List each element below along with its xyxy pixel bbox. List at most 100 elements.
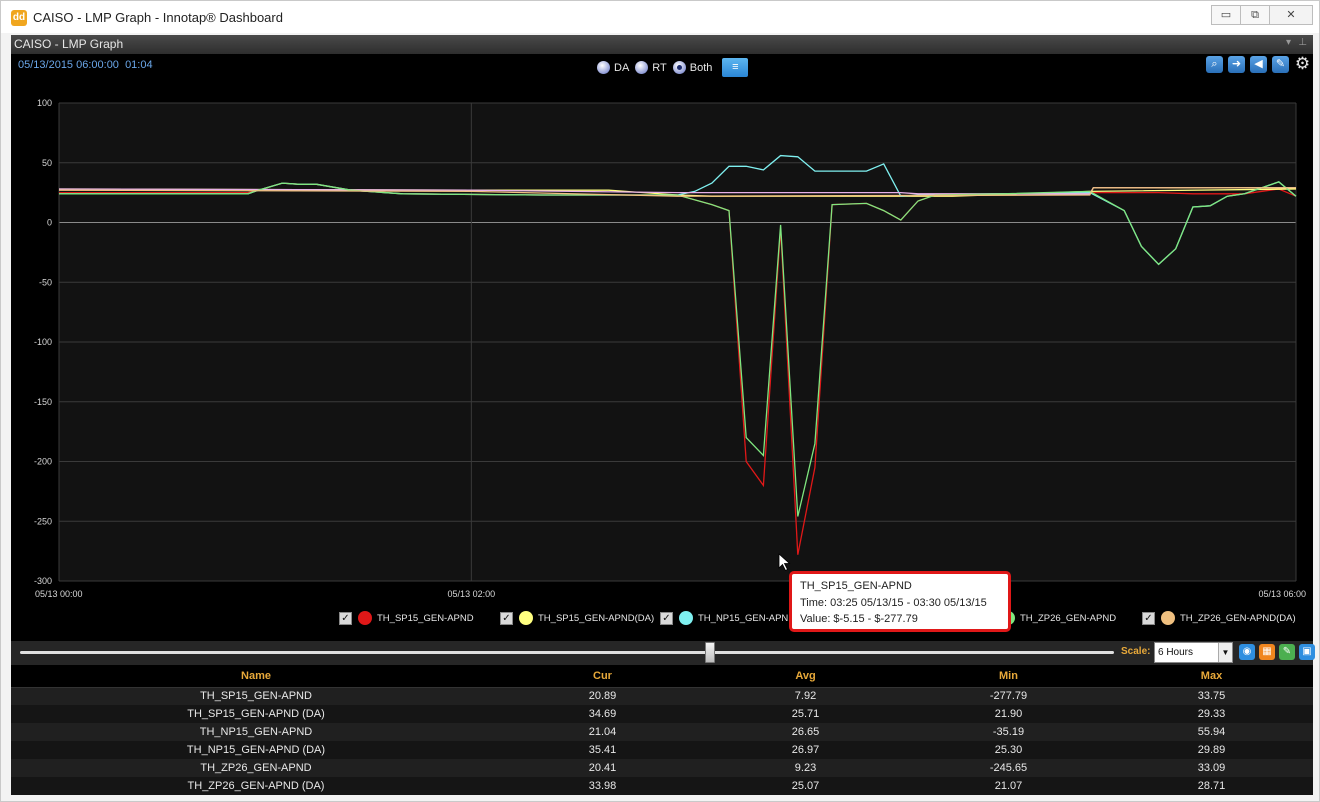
cell-min: -277.79 <box>907 687 1110 705</box>
panel-header: CAISO - LMP Graph ▾ ⊥ <box>11 35 1313 54</box>
grid-icon[interactable]: ▦ <box>1259 644 1275 660</box>
cell-cur: 20.89 <box>501 687 704 705</box>
cell-max: 33.09 <box>1110 759 1313 777</box>
radio-da[interactable] <box>597 61 610 74</box>
panel-title: CAISO - LMP Graph <box>14 37 124 51</box>
cell-cur: 20.41 <box>501 759 704 777</box>
elapsed-value: 01:04 <box>125 59 153 71</box>
edit-icon[interactable]: ✎ <box>1272 56 1289 73</box>
x-tick-label: 05/13 02:00 <box>448 589 496 599</box>
tooltip-value: Value: $-5.15 - $-277.79 <box>800 613 918 625</box>
col-header-cur[interactable]: Cur <box>501 665 704 688</box>
market-radio-group: DA RT Both ≡ <box>597 58 749 77</box>
cell-cur: 34.69 <box>501 705 704 723</box>
cell-avg: 26.97 <box>704 741 907 759</box>
y-tick-label: 50 <box>42 158 52 168</box>
lmp-graph-panel: 100 50 0 -50 -100 -150 -200 -250 -300 05/13 00:00… <box>11 54 1313 641</box>
legend-item[interactable]: ✓ TH_NP15_GEN-APND <box>660 611 795 625</box>
legend-item[interactable]: ✓ TH_SP15_GEN-APND(DA) <box>500 611 654 625</box>
table-row[interactable]: TH_NP15_GEN-APND 21.04 26.65 -35.19 55.9… <box>11 723 1313 741</box>
slider-thumb[interactable] <box>705 642 715 663</box>
table-header: Name Cur Avg Min Max <box>11 665 1313 688</box>
legend-checkbox[interactable]: ✓ <box>339 611 352 625</box>
maximize-button[interactable]: ⧉ <box>1240 5 1270 25</box>
close-button[interactable]: ✕ <box>1269 5 1313 25</box>
radio-both-label: Both <box>689 61 713 74</box>
table-row[interactable]: TH_SP15_GEN-APND (DA) 34.69 25.71 21.90 … <box>11 705 1313 723</box>
speaker-icon[interactable]: ◀ <box>1250 56 1267 73</box>
cell-min: -245.65 <box>907 759 1110 777</box>
x-tick-label: 05/13 00:00 <box>35 589 83 599</box>
tooltip-time: Time: 03:25 05/13/15 - 03:30 05/13/15 <box>800 596 987 609</box>
zoom-icon[interactable]: ⌕ <box>1206 56 1223 73</box>
current-datetime: 05/13/2015 06:00:00 01:04 <box>18 59 153 71</box>
table-row[interactable]: TH_NP15_GEN-APND (DA) 35.41 26.97 25.30 … <box>11 741 1313 759</box>
graph-tools: ⌕ ➜ ◀ ✎ ⚙ <box>1201 55 1311 73</box>
cell-max: 55.94 <box>1110 723 1313 741</box>
list-icon[interactable]: ≡ <box>722 58 749 77</box>
slider-track[interactable] <box>20 651 1114 654</box>
y-tick-label: -200 <box>34 457 52 467</box>
cell-max: 33.75 <box>1110 687 1313 705</box>
legend-item[interactable]: ✓ TH_SP15_GEN-APND <box>339 611 474 625</box>
lmp-chart[interactable]: 100 50 0 -50 -100 -150 -200 -250 -300 05/13 00:00… <box>11 54 1313 609</box>
cell-max: 28.71 <box>1110 777 1313 795</box>
legend-checkbox[interactable]: ✓ <box>500 611 513 625</box>
gear-icon[interactable]: ⚙ <box>1294 55 1311 73</box>
y-tick-label: -50 <box>39 277 52 287</box>
cell-avg: 25.07 <box>704 777 907 795</box>
radio-both[interactable] <box>672 61 686 74</box>
legend-checkbox[interactable]: ✓ <box>1142 611 1155 625</box>
col-header-max[interactable]: Max <box>1110 665 1313 688</box>
legend-item[interactable]: ✓ TH_ZP26_GEN-APND(DA) <box>1142 611 1296 625</box>
scale-label: Scale: <box>1121 646 1151 657</box>
minimize-button[interactable]: ▭ <box>1211 5 1241 25</box>
chevron-down-icon: ▼ <box>1218 643 1232 662</box>
legend-label: TH_NP15_GEN-APND <box>698 612 796 624</box>
table-row[interactable]: TH_ZP26_GEN-APND (DA) 33.98 25.07 21.07 … <box>11 777 1313 795</box>
scale-value: 6 Hours <box>1158 647 1194 658</box>
y-tick-label: 0 <box>47 218 52 228</box>
legend-swatch <box>519 611 533 625</box>
cell-name: TH_SP15_GEN-APND (DA) <box>11 705 501 723</box>
legend-label: TH_ZP26_GEN-APND(DA) <box>1180 612 1296 624</box>
cell-cur: 35.41 <box>501 741 704 759</box>
panel-menu-icon[interactable]: ▾ <box>1286 37 1291 48</box>
cell-name: TH_NP15_GEN-APND (DA) <box>11 741 501 759</box>
time-slider-bar: Scale: 6 Hours ▼ ◉ ▦ ✎ ▣ <box>11 641 1315 665</box>
save-icon[interactable]: ▣ <box>1299 644 1315 660</box>
title-bar[interactable]: dd CAISO - LMP Graph - Innotap® Dashboar… <box>1 1 1319 33</box>
table-row[interactable]: TH_SP15_GEN-APND 20.89 7.92 -277.79 33.7… <box>11 687 1313 705</box>
legend-label: TH_ZP26_GEN-APND <box>1020 612 1117 624</box>
app-logo-icon: dd <box>11 10 27 26</box>
legend-item[interactable]: TH_ZP26_GEN-APND <box>1001 611 1116 625</box>
y-tick-label: -150 <box>34 397 52 407</box>
y-tick-label: -100 <box>34 337 52 347</box>
cell-min: 25.30 <box>907 741 1110 759</box>
table-row[interactable]: TH_ZP26_GEN-APND 20.41 9.23 -245.65 33.0… <box>11 759 1313 777</box>
x-tick-label: 05/13 06:00 <box>1258 589 1306 599</box>
radio-rt-label: RT <box>652 61 667 74</box>
col-header-name[interactable]: Name <box>11 665 501 688</box>
forward-icon[interactable]: ➜ <box>1228 56 1245 73</box>
y-tick-label: -300 <box>34 576 52 586</box>
datetime-value: 05/13/2015 06:00:00 <box>18 59 119 71</box>
col-header-avg[interactable]: Avg <box>704 665 907 688</box>
cell-max: 29.89 <box>1110 741 1313 759</box>
cell-name: TH_NP15_GEN-APND <box>11 723 501 741</box>
legend-label: TH_SP15_GEN-APND(DA) <box>538 612 655 624</box>
cell-avg: 7.92 <box>704 687 907 705</box>
eye-icon[interactable]: ◉ <box>1239 644 1255 660</box>
panel-pin-icon[interactable]: ⊥ <box>1298 37 1307 48</box>
scale-select[interactable]: 6 Hours ▼ <box>1154 642 1233 663</box>
cell-name: TH_ZP26_GEN-APND (DA) <box>11 777 501 795</box>
cell-avg: 26.65 <box>704 723 907 741</box>
cell-avg: 25.71 <box>704 705 907 723</box>
cell-avg: 9.23 <box>704 759 907 777</box>
radio-rt[interactable] <box>635 61 649 74</box>
pen-icon[interactable]: ✎ <box>1279 644 1295 660</box>
legend-checkbox[interactable]: ✓ <box>660 611 673 625</box>
tooltip-title: TH_SP15_GEN-APND <box>800 580 912 592</box>
col-header-min[interactable]: Min <box>907 665 1110 688</box>
legend-swatch <box>1161 611 1175 625</box>
